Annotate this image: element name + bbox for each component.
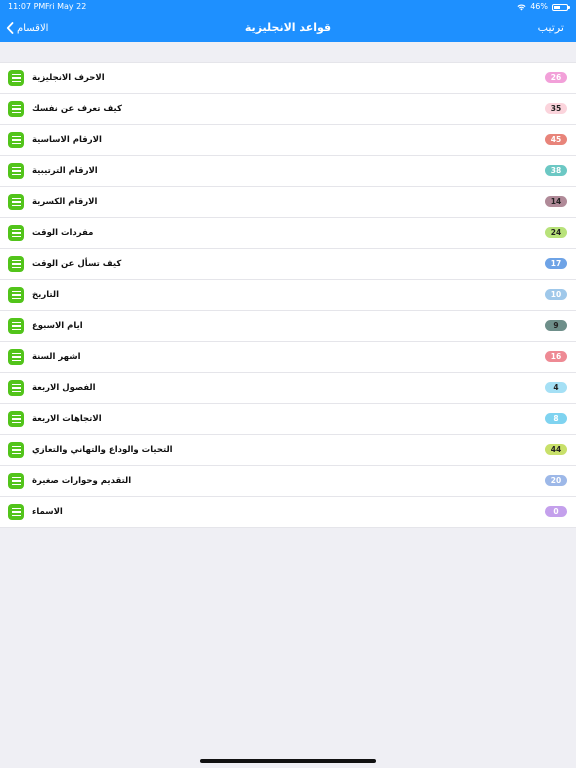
- back-button[interactable]: الاقسام: [6, 14, 48, 42]
- document-icon: [8, 101, 24, 117]
- document-icon: [8, 225, 24, 241]
- top-bar: 11:07 PM Fri May 22 46% قواعد الانجليزية…: [0, 0, 576, 42]
- list-item[interactable]: الفصول الاربعة 4: [0, 373, 576, 404]
- count-badge: 20: [545, 475, 567, 486]
- document-icon: [8, 411, 24, 427]
- list-item-title: مفردات الوقت: [32, 228, 94, 238]
- count-badge: 8: [545, 413, 567, 424]
- list-item-title: كيف تعرف عن نفسك: [32, 104, 122, 114]
- count-badge: 38: [545, 165, 567, 176]
- count-badge: 45: [545, 134, 567, 145]
- navigation-bar: قواعد الانجليزية الاقسام ترتيب: [0, 14, 576, 42]
- count-badge: 16: [545, 351, 567, 362]
- count-badge: 44: [545, 444, 567, 455]
- list-item-title: كيف تسأل عن الوقت: [32, 259, 122, 269]
- document-icon: [8, 318, 24, 334]
- list-item[interactable]: الاتجاهات الاربعة 8: [0, 404, 576, 435]
- count-badge: 0: [545, 506, 567, 517]
- list-item-title: التقديم وحوارات صغيرة: [32, 476, 132, 486]
- battery-fill: [554, 5, 560, 9]
- count-badge: 9: [545, 320, 567, 331]
- list-item[interactable]: الاسماء 0: [0, 497, 576, 527]
- list-item-title: الاحرف الانجليزية: [32, 73, 105, 83]
- count-badge: 10: [545, 289, 567, 300]
- list-item-title: الاتجاهات الاربعة: [32, 414, 102, 424]
- list-item-title: الارقام الترتيبية: [32, 166, 98, 176]
- list-item-title: التحيات والوداع والتهاني والتعازي: [32, 445, 173, 455]
- list-item[interactable]: مفردات الوقت 24: [0, 218, 576, 249]
- count-badge: 26: [545, 72, 567, 83]
- page-title: قواعد الانجليزية: [244, 21, 332, 34]
- list-item[interactable]: الاحرف الانجليزية 26: [0, 63, 576, 94]
- count-badge: 4: [545, 382, 567, 393]
- list-item-title: التاريخ: [32, 290, 59, 300]
- document-icon: [8, 194, 24, 210]
- status-time: 11:07 PM: [8, 2, 46, 11]
- list-item-title: اشهر السنة: [32, 352, 81, 362]
- list-item[interactable]: الارقام الترتيبية 38: [0, 156, 576, 187]
- document-icon: [8, 349, 24, 365]
- count-badge: 24: [545, 227, 567, 238]
- count-badge: 35: [545, 103, 567, 114]
- status-date: Fri May 22: [45, 2, 87, 11]
- sort-button[interactable]: ترتيب: [538, 14, 564, 42]
- battery-icon: [552, 3, 570, 11]
- battery-percent: 46%: [530, 2, 548, 11]
- list-item[interactable]: الارقام الكسرية 14: [0, 187, 576, 218]
- document-icon: [8, 70, 24, 86]
- back-label: الاقسام: [17, 22, 49, 34]
- document-icon: [8, 442, 24, 458]
- document-icon: [8, 473, 24, 489]
- document-icon: [8, 256, 24, 272]
- topics-list: الاحرف الانجليزية 26 كيف تعرف عن نفسك 35 الا…: [0, 62, 576, 528]
- list-item[interactable]: اشهر السنة 16: [0, 342, 576, 373]
- document-icon: [8, 163, 24, 179]
- document-icon: [8, 504, 24, 520]
- list-item[interactable]: التاريخ 10: [0, 280, 576, 311]
- list-item-title: الارقام الكسرية: [32, 197, 98, 207]
- list-item-title: الفصول الاربعة: [32, 383, 96, 393]
- list-item[interactable]: كيف تعرف عن نفسك 35: [0, 94, 576, 125]
- wifi-icon: [517, 4, 526, 10]
- list-item-title: ايام الاسبوع: [32, 321, 83, 331]
- list-item[interactable]: الارقام الاساسية 45: [0, 125, 576, 156]
- document-icon: [8, 132, 24, 148]
- list-item[interactable]: كيف تسأل عن الوقت 17: [0, 249, 576, 280]
- home-indicator[interactable]: [200, 759, 376, 763]
- status-bar: 11:07 PM Fri May 22 46%: [0, 0, 576, 14]
- status-right: 46%: [517, 0, 570, 14]
- document-icon: [8, 287, 24, 303]
- chevron-left-icon: [6, 22, 14, 34]
- list-item-title: الاسماء: [32, 507, 63, 517]
- list-item[interactable]: ايام الاسبوع 9: [0, 311, 576, 342]
- document-icon: [8, 380, 24, 396]
- count-badge: 17: [545, 258, 567, 269]
- list-item-title: الارقام الاساسية: [32, 135, 102, 145]
- count-badge: 14: [545, 196, 567, 207]
- list-item[interactable]: التقديم وحوارات صغيرة 20: [0, 466, 576, 497]
- list-item[interactable]: التحيات والوداع والتهاني والتعازي 44: [0, 435, 576, 466]
